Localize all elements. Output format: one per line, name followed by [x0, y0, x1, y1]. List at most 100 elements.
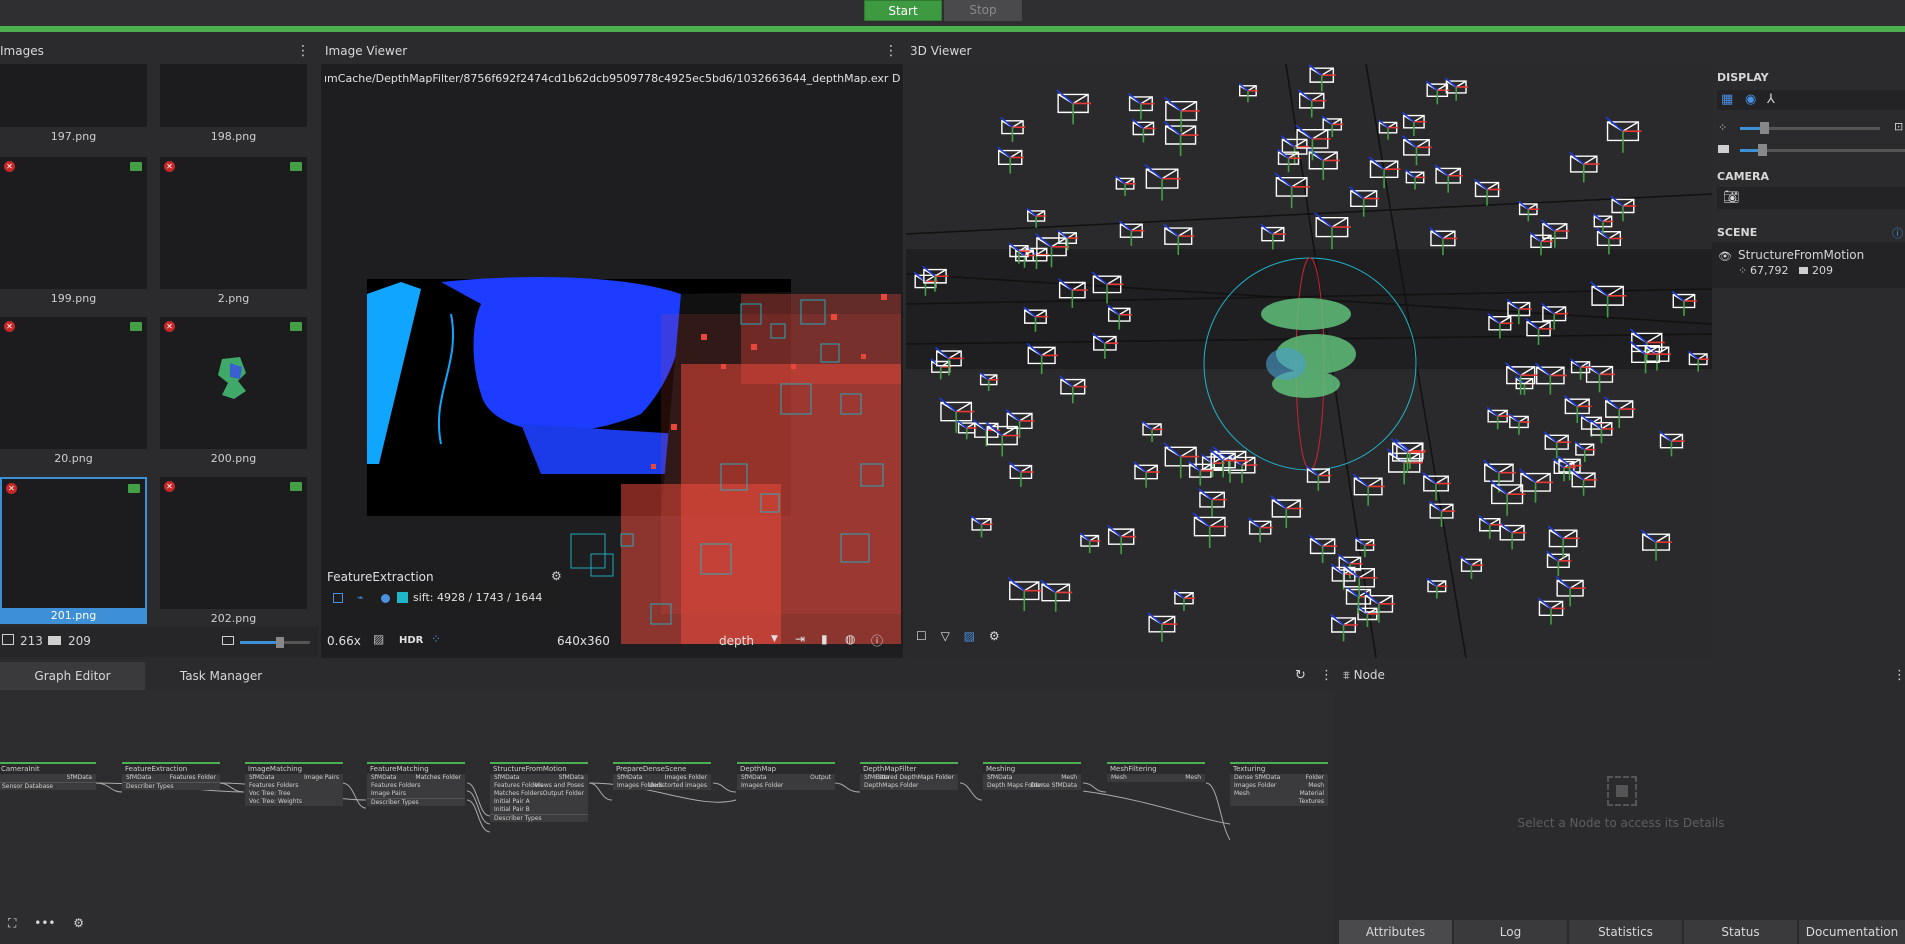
graph-menu-icon[interactable]: ⋮ — [1320, 668, 1333, 683]
input-port[interactable]: Image Pairs — [371, 790, 406, 797]
output-port[interactable]: Material — [1300, 790, 1324, 798]
input-port[interactable]: Mesh — [1234, 790, 1250, 797]
thumbnail-size-slider[interactable] — [240, 637, 310, 648]
input-port[interactable]: Features Folders — [371, 782, 420, 789]
refresh-icon[interactable]: ↻ — [1295, 668, 1306, 683]
thumbnail[interactable]: ✕ — [160, 477, 307, 609]
camera-scale-slider[interactable] — [1740, 144, 1905, 156]
viewer3d-canvas[interactable]: ☐ ▽ ▨ ⚙ — [906, 64, 1712, 658]
graph-node-attribute[interactable]: Describer Types — [122, 782, 220, 790]
output-port[interactable]: Views and Poses — [535, 782, 585, 790]
output-port[interactable]: Mesh — [1185, 774, 1201, 782]
thumbnail[interactable]: ✕ — [160, 157, 307, 289]
gizmo-toggle-icon[interactable]: ◉ — [1745, 92, 1756, 107]
input-port[interactable]: Voc Tree: Weights — [249, 798, 302, 805]
input-port[interactable]: Initial Pair A — [494, 798, 530, 805]
screenshot-icon[interactable]: 📷︎ — [1723, 190, 1740, 205]
track-toggle-icon[interactable]: ⌁ — [357, 591, 364, 604]
landmark-toggle-icon[interactable] — [381, 594, 390, 603]
input-port[interactable]: Matches Folders — [494, 790, 543, 797]
output-port[interactable]: Folder — [1305, 774, 1324, 782]
cone-icon[interactable]: ▽ — [941, 629, 950, 643]
thumbnail[interactable]: ✕ — [0, 317, 147, 449]
thumbnail-selected[interactable]: ✕ — [0, 477, 147, 623]
output-port[interactable]: Features Folder — [170, 774, 216, 782]
input-port[interactable]: SfMData — [371, 774, 396, 781]
image-viewer-canvas[interactable]: ımCache/DepthMapFilter/8756f692f2474cd1b… — [321, 64, 903, 658]
graph-node[interactable]: Texturing Dense SfMData Folder Images Folde… — [1230, 762, 1328, 806]
fit-view-icon[interactable]: ⛶ — [8, 916, 16, 930]
grid-toggle-icon[interactable]: ▦ — [1721, 92, 1733, 107]
input-port[interactable]: Images Folder — [741, 782, 783, 789]
node-menu-icon[interactable]: ⋮ — [1893, 668, 1905, 683]
thumbnail[interactable] — [160, 64, 307, 127]
input-port[interactable]: Features Folders — [249, 782, 298, 789]
graph-node[interactable]: DepthMap SfMData Output Images Folder — [737, 762, 835, 790]
graph-node[interactable]: MeshFiltering Mesh Mesh — [1107, 762, 1205, 782]
thumbnail[interactable]: ✕ — [160, 317, 307, 449]
input-port[interactable]: SfMData — [741, 774, 766, 781]
point-size-slider[interactable] — [1740, 122, 1880, 134]
input-port[interactable]: Mesh — [1111, 774, 1127, 781]
features-icon[interactable]: ⁘ — [431, 632, 441, 646]
output-port[interactable]: SfMData — [559, 774, 584, 782]
visibility-icon[interactable]: 👁︎ — [1718, 250, 1732, 263]
tab-documentation[interactable]: Documentation — [1799, 920, 1905, 944]
settings-icon[interactable]: ⚙ — [989, 629, 1000, 643]
output-port[interactable]: Images Folder — [665, 774, 707, 782]
tab-graph-editor[interactable]: Graph Editor — [0, 662, 145, 690]
output-port[interactable]: Output — [810, 774, 831, 782]
output-port[interactable]: Undistorted images — [648, 782, 707, 790]
layout-icon[interactable]: ••• — [34, 916, 55, 930]
graph-node-attribute[interactable]: Describer Types — [367, 798, 465, 806]
input-port[interactable]: Dense SfMData — [1234, 774, 1280, 781]
bbox-icon[interactable]: ☐ — [916, 629, 927, 643]
origin-toggle-icon[interactable]: ⅄ — [1767, 92, 1775, 107]
fit-icon[interactable]: ⇥ — [795, 632, 805, 646]
histogram-icon[interactable]: ▮ — [821, 632, 828, 646]
graph-node[interactable]: StructureFromMotion SfMData SfMData Feature… — [490, 762, 588, 822]
tab-status[interactable]: Status — [1684, 920, 1797, 944]
tab-task-manager[interactable]: Task Manager — [145, 662, 297, 690]
output-port[interactable]: Mesh — [1061, 774, 1077, 782]
output-port[interactable]: Matches Folder — [415, 774, 461, 782]
output-port[interactable]: Output Folder — [543, 790, 584, 798]
images-menu-icon[interactable]: ⋮ — [296, 43, 310, 59]
graph-node[interactable]: PrepareDenseScene SfMData Images Folder Ima… — [613, 762, 711, 790]
output-port[interactable]: Dense SfMData — [1031, 782, 1077, 790]
feature-settings-icon[interactable]: ⚙ — [551, 569, 562, 583]
grid-icon[interactable]: ▨ — [964, 629, 975, 643]
graph-node[interactable]: ImageMatching SfMData Image Pairs Features … — [245, 762, 343, 806]
info-icon[interactable]: ⓘ — [871, 632, 883, 649]
input-port[interactable]: SfMData — [126, 774, 151, 781]
graph-canvas[interactable]: CameraInit SfMData Sensor Database FeatureE… — [0, 690, 1335, 944]
globe-icon[interactable]: ◍ — [845, 632, 855, 646]
feature-toggle-icon[interactable] — [333, 593, 343, 603]
input-port[interactable]: SfMData — [249, 774, 274, 781]
image-viewer-menu-icon[interactable]: ⋮ — [884, 43, 898, 59]
chevron-down-icon[interactable]: ▼ — [771, 634, 778, 644]
tab-statistics[interactable]: Statistics — [1569, 920, 1682, 944]
scene-item[interactable]: 👁︎ StructureFromMotion ⁘ 67,792 209 — [1712, 242, 1905, 288]
tab-log[interactable]: Log — [1454, 920, 1567, 944]
input-port[interactable]: SfMData — [494, 774, 519, 781]
alpha-icon[interactable]: ▨ — [373, 632, 384, 646]
input-port[interactable]: SfMData — [987, 774, 1012, 781]
hdr-toggle[interactable]: HDR — [399, 635, 423, 646]
thumbnail[interactable]: ✕ — [0, 157, 147, 289]
output-port[interactable]: Filtered DepthMaps Folder — [875, 774, 954, 782]
input-port[interactable]: DepthMaps Folder — [864, 782, 919, 789]
channel-select[interactable]: depth — [719, 634, 754, 648]
input-port[interactable]: SfMData — [617, 774, 642, 781]
input-port[interactable]: Images Folder — [1234, 782, 1276, 789]
output-port[interactable]: Textures — [1299, 798, 1324, 806]
feature-color-swatch[interactable] — [397, 592, 408, 603]
graph-settings-icon[interactable]: ⚙ — [73, 916, 84, 930]
graph-node[interactable]: FeatureExtraction SfMData Features Folder D… — [122, 762, 220, 790]
info-icon[interactable]: ⓘ — [1892, 225, 1903, 241]
output-port[interactable]: Image Pairs — [304, 774, 339, 782]
output-port[interactable]: SfMData — [67, 774, 92, 782]
input-port[interactable]: Voc Tree: Tree — [249, 790, 290, 797]
start-button[interactable]: Start — [864, 0, 942, 21]
graph-node[interactable]: FeatureMatching SfMData Matches Folder Feat… — [367, 762, 465, 806]
